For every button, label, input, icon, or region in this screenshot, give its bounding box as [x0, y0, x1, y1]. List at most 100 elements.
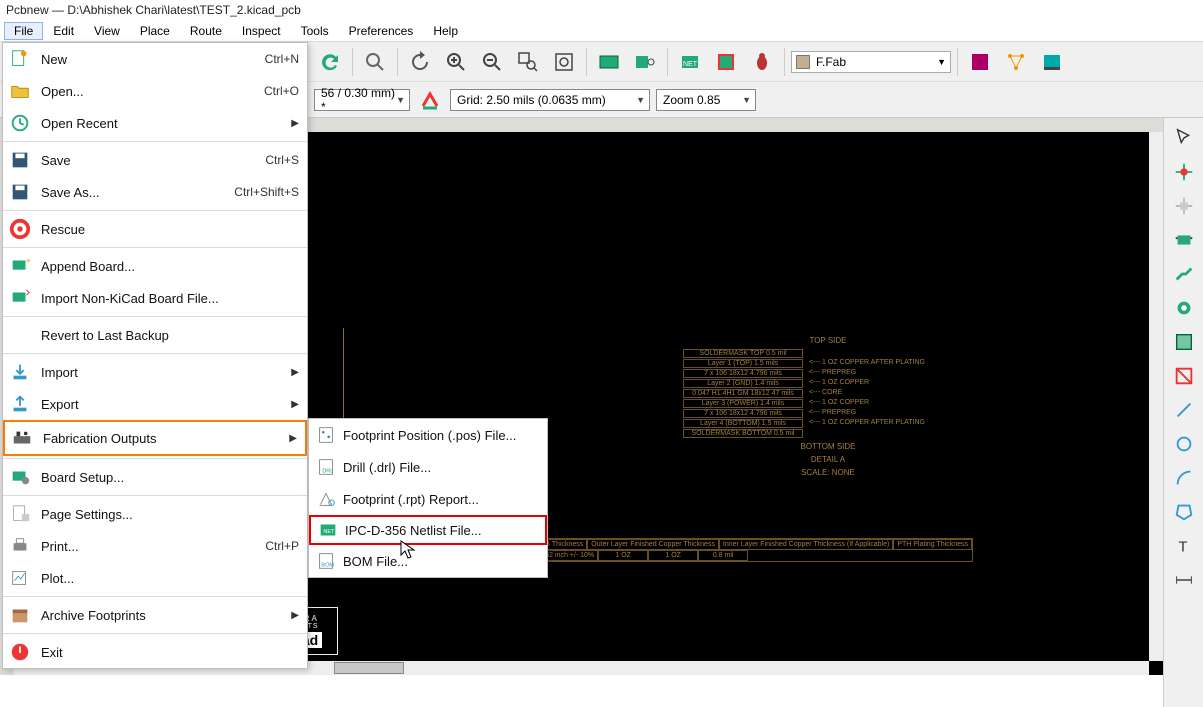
import-non-icon	[3, 287, 37, 309]
zoom-out-icon[interactable]	[476, 46, 508, 78]
submenu-item-drill-drl-file[interactable]: DRLDrill (.drl) File...	[309, 451, 547, 483]
scripting-icon[interactable]	[1036, 46, 1068, 78]
svg-text:NET: NET	[683, 61, 698, 68]
recent-icon	[3, 112, 37, 134]
open-icon	[3, 80, 37, 102]
add-polygon-icon[interactable]	[1170, 498, 1198, 526]
menu-edit[interactable]: Edit	[43, 22, 84, 40]
zoom-fit-icon[interactable]	[359, 46, 391, 78]
table-header: PTH Plating Thickness	[893, 539, 972, 550]
submenu-item-bom-file[interactable]: BOMBOM File...	[309, 545, 547, 577]
add-footprint-icon[interactable]	[1170, 226, 1198, 254]
add-line-icon[interactable]	[1170, 396, 1198, 424]
table-header: Inner Layer Finished Copper Thickness (I…	[719, 539, 893, 550]
menu-label: Board Setup...	[37, 470, 299, 485]
track-width-select[interactable]: 56 / 0.30 mm) *▼	[314, 89, 410, 111]
drl-icon: DRL	[309, 456, 343, 478]
menu-tools[interactable]: Tools	[291, 22, 339, 40]
save-icon	[3, 149, 37, 171]
submenu-arrow-icon: ▶	[291, 610, 299, 621]
menu-item-page-settings[interactable]: Page Settings...	[3, 498, 307, 530]
menu-route[interactable]: Route	[180, 22, 232, 40]
chevron-down-icon: ▼	[937, 57, 946, 67]
stackup-scale-label: SCALE: NONE	[683, 468, 973, 477]
highlight-net-icon[interactable]	[1170, 158, 1198, 186]
netlist-icon[interactable]: NET	[674, 46, 706, 78]
menu-item-plot[interactable]: Plot...	[3, 562, 307, 594]
bug-icon[interactable]	[746, 46, 778, 78]
footprint-editor-icon[interactable]	[629, 46, 661, 78]
grid-label: Grid: 2.50 mils (0.0635 mm)	[457, 93, 606, 107]
show-ratsnest-icon[interactable]	[1000, 46, 1032, 78]
stackup-row: Layer 4 (BOTTOM) 1.5 mils<--- 1 OZ COPPE…	[683, 419, 973, 428]
menu-label: Page Settings...	[37, 507, 299, 522]
stackup-row: Layer 1 (TOP) 1.5 mils<--- 1 OZ COPPER A…	[683, 359, 973, 368]
menu-help[interactable]: Help	[423, 22, 468, 40]
submenu-label: Footprint (.rpt) Report...	[343, 492, 539, 507]
menu-label: Exit	[37, 645, 299, 660]
submenu-item-ipc-d-netlist-file[interactable]: NETIPC-D-356 Netlist File...	[309, 515, 547, 545]
revert-icon	[3, 324, 37, 346]
menu-file[interactable]: File	[4, 22, 43, 40]
menu-item-open[interactable]: Open...Ctrl+O	[3, 75, 307, 107]
select-tool-icon[interactable]	[1170, 124, 1198, 152]
file-menu-dropdown[interactable]: NewCtrl+NOpen...Ctrl+OOpen Recent▶ SaveCt…	[2, 42, 308, 669]
menu-view[interactable]: View	[84, 22, 130, 40]
stackup-top-label: TOP SIDE	[683, 336, 973, 345]
grid-select[interactable]: Grid: 2.50 mils (0.0635 mm)▼	[450, 89, 650, 111]
menu-item-print[interactable]: Print...Ctrl+P	[3, 530, 307, 562]
add-dimension-icon[interactable]	[1170, 566, 1198, 594]
zoom-region-icon[interactable]	[512, 46, 544, 78]
menu-label: Rescue	[37, 222, 299, 237]
menu-item-new[interactable]: NewCtrl+N	[3, 43, 307, 75]
menu-item-revert-to-last-backup[interactable]: Revert to Last Backup	[3, 319, 307, 351]
layer-manager-icon[interactable]	[964, 46, 996, 78]
add-arc-icon[interactable]	[1170, 464, 1198, 492]
net-icon: NET	[311, 519, 345, 541]
table-cell: 0.8 mil	[698, 550, 748, 561]
zoom-select[interactable]: Zoom 0.85▼	[656, 89, 756, 111]
local-ratsnest-icon[interactable]	[1170, 192, 1198, 220]
add-via-icon[interactable]	[1170, 294, 1198, 322]
drc-icon[interactable]	[710, 46, 742, 78]
fabrication-outputs-submenu[interactable]: Footprint Position (.pos) File...DRLDril…	[308, 418, 548, 578]
menu-label: New	[37, 52, 265, 67]
svg-text:BOM: BOM	[321, 563, 334, 569]
menu-item-import-non-kicad-board-file[interactable]: Import Non-KiCad Board File...	[3, 282, 307, 314]
menu-shortcut: Ctrl+O	[264, 84, 299, 98]
route-track-icon[interactable]	[1170, 260, 1198, 288]
scroll-thumb[interactable]	[334, 662, 404, 674]
zoom-in-icon[interactable]	[440, 46, 472, 78]
menu-item-append-board[interactable]: +Append Board...	[3, 250, 307, 282]
menu-item-save[interactable]: SaveCtrl+S	[3, 144, 307, 176]
menu-label: Revert to Last Backup	[37, 328, 299, 343]
menu-label: Plot...	[37, 571, 299, 586]
via-icon[interactable]	[416, 86, 444, 114]
menu-item-fabrication-outputs[interactable]: Fabrication Outputs▶	[3, 420, 307, 456]
add-zone-icon[interactable]	[1170, 328, 1198, 356]
menu-item-export[interactable]: Export▶	[3, 388, 307, 420]
menu-item-rescue[interactable]: Rescue	[3, 213, 307, 245]
footprint-browser-icon[interactable]	[593, 46, 625, 78]
zoom-auto-icon[interactable]	[548, 46, 580, 78]
add-circle-icon[interactable]	[1170, 430, 1198, 458]
submenu-item-footprint-position-pos-file[interactable]: Footprint Position (.pos) File...	[309, 419, 547, 451]
menu-item-import[interactable]: Import▶	[3, 356, 307, 388]
menu-inspect[interactable]: Inspect	[232, 22, 291, 40]
menu-preferences[interactable]: Preferences	[339, 22, 424, 40]
add-keepout-icon[interactable]	[1170, 362, 1198, 390]
refresh-icon[interactable]	[404, 46, 436, 78]
export-icon	[3, 393, 37, 415]
redo-icon[interactable]	[314, 46, 346, 78]
menu-item-exit[interactable]: Exit	[3, 636, 307, 668]
menu-item-save-as[interactable]: Save As...Ctrl+Shift+S	[3, 176, 307, 208]
stackup-row: 7 x 106 18x12 4.796 mils<--- PREPREG	[683, 369, 973, 378]
menu-item-open-recent[interactable]: Open Recent▶	[3, 107, 307, 139]
menu-place[interactable]: Place	[130, 22, 180, 40]
add-text-icon[interactable]: T	[1170, 532, 1198, 560]
vertical-scrollbar[interactable]	[1149, 132, 1163, 661]
submenu-item-footprint-rpt-report[interactable]: Footprint (.rpt) Report...	[309, 483, 547, 515]
menu-item-archive-footprints[interactable]: Archive Footprints▶	[3, 599, 307, 631]
layer-select[interactable]: F.Fab ▼	[791, 51, 951, 73]
menu-item-board-setup[interactable]: Board Setup...	[3, 461, 307, 493]
